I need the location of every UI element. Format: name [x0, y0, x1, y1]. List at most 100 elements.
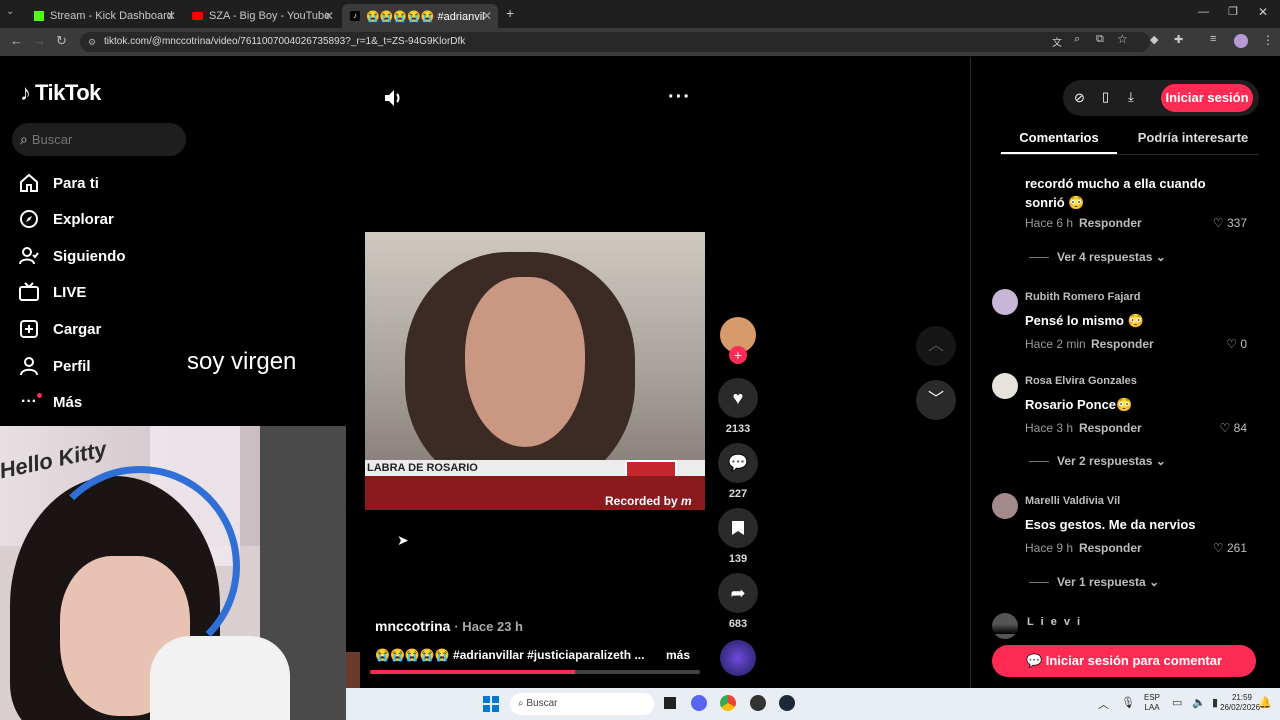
obs-icon[interactable]	[750, 695, 766, 711]
upload-icon	[18, 318, 40, 340]
phone-icon[interactable]: ▯	[1102, 89, 1109, 105]
task-view-icon[interactable]	[664, 697, 676, 709]
nav-live[interactable]: LIVE	[18, 277, 238, 307]
nav-para-ti[interactable]: Para ti	[18, 168, 238, 198]
close-icon[interactable]: ✕	[324, 9, 334, 23]
close-icon[interactable]: ✕	[482, 9, 492, 23]
back-icon[interactable]: ←	[10, 33, 23, 48]
reply-button[interactable]: Responder	[1079, 216, 1142, 230]
comment-like[interactable]: ♡ 0	[1187, 337, 1247, 351]
video-options-icon[interactable]: ···	[668, 86, 691, 109]
reload-icon[interactable]: ↻	[56, 33, 67, 49]
view-replies[interactable]: Ver 1 respuesta ⌄	[1029, 575, 1159, 589]
zoom-icon[interactable]: ⌕	[1074, 33, 1080, 46]
fade-overlay	[971, 624, 1280, 634]
windows-start-icon[interactable]	[483, 696, 499, 712]
site-info-icon[interactable]: ⚙	[88, 32, 96, 52]
mic-icon[interactable]: 🎙	[1121, 696, 1135, 709]
volume-icon[interactable]	[382, 87, 404, 114]
avatar[interactable]	[992, 289, 1018, 315]
tiktok-favicon-icon: ♪	[350, 11, 360, 21]
coin-icon[interactable]: ⊘	[1074, 90, 1085, 106]
avatar[interactable]	[992, 493, 1018, 519]
window-close-icon[interactable]: ✕	[1258, 5, 1268, 19]
comment-user[interactable]: Marelli Valdivia Vil	[1025, 495, 1120, 507]
discord-icon[interactable]	[691, 695, 707, 711]
nav-cargar[interactable]: Cargar	[18, 314, 238, 344]
tab-suggested[interactable]: Podría interesarte	[1131, 130, 1255, 145]
menu-kebab-icon[interactable]: ⋮	[1262, 33, 1274, 47]
profile-avatar-icon[interactable]	[1234, 34, 1248, 48]
view-replies[interactable]: Ver 4 respuestas ⌄	[1029, 250, 1166, 264]
chrome-icon[interactable]	[720, 695, 736, 711]
steam-icon[interactable]	[779, 695, 795, 711]
comment-like[interactable]: ♡ 337	[1187, 216, 1247, 230]
search-box[interactable]: ⌕	[12, 123, 186, 156]
search-input[interactable]	[31, 132, 172, 147]
tiktok-logo[interactable]: ♪ TikTok	[20, 80, 101, 106]
tiktok-note-icon: ♪	[20, 80, 31, 105]
battery-icon[interactable]: ▮	[1212, 696, 1218, 709]
share-arrow-icon: ➦	[730, 582, 746, 603]
bookmark-star-icon[interactable]: ☆	[1117, 32, 1128, 46]
download-icon[interactable]: ⤓	[1128, 89, 1134, 105]
like-count: 2133	[725, 423, 751, 435]
reply-button[interactable]: Responder	[1079, 421, 1142, 435]
extension-diamond-icon[interactable]: ◆	[1150, 33, 1158, 46]
heart-outline-icon: ♡	[1226, 337, 1237, 351]
like-button[interactable]: ♥	[718, 378, 758, 418]
minimize-icon[interactable]: —	[1198, 6, 1209, 18]
tab-youtube[interactable]: SZA - Big Boy - YouTube ✕	[184, 4, 340, 28]
notification-icon[interactable]: 🔔	[1258, 696, 1272, 709]
login-button[interactable]: Iniciar sesión	[1161, 84, 1253, 112]
nav-explorar[interactable]: Explorar	[18, 204, 238, 234]
media-icon[interactable]: ≡	[1210, 33, 1216, 45]
tray-chevron-icon[interactable]: ︿	[1098, 696, 1109, 712]
forward-icon[interactable]: →	[33, 33, 46, 48]
video-face	[465, 277, 585, 447]
music-disc-icon[interactable]	[720, 640, 756, 676]
video-progress-track[interactable]	[370, 670, 700, 674]
comment-like[interactable]: ♡ 261	[1187, 541, 1247, 555]
reply-button[interactable]: Responder	[1091, 337, 1154, 351]
clock[interactable]: 21:59 26/02/2026	[1220, 693, 1260, 713]
new-tab-icon[interactable]: +	[506, 5, 514, 21]
save-button[interactable]	[718, 508, 758, 548]
next-video-button[interactable]: ﹀	[916, 380, 956, 420]
restore-icon[interactable]: ❐	[1228, 5, 1238, 18]
share-button[interactable]: ➦	[718, 573, 758, 613]
comment-like[interactable]: ♡ 84	[1187, 421, 1247, 435]
follow-plus-icon[interactable]: +	[729, 346, 747, 364]
tab-comments[interactable]: Comentarios	[1001, 130, 1117, 145]
comment-button[interactable]: 💬	[718, 443, 758, 483]
language-indicator[interactable]: ESP LAA	[1144, 693, 1160, 713]
tab-kick[interactable]: Stream - Kick Dashboard ✕	[26, 4, 182, 28]
comment-user[interactable]: Rosa Elvira Gonzales	[1025, 375, 1137, 387]
url-text: tiktok.com/@mnccotrina/video/76110070040…	[104, 36, 466, 47]
nav-siguiendo[interactable]: Siguiendo	[18, 241, 238, 271]
install-app-icon[interactable]: ⧉	[1096, 33, 1104, 46]
nav-mas[interactable]: ··· Más	[18, 387, 238, 417]
network-icon[interactable]: ▭	[1172, 696, 1182, 709]
comment-login-button[interactable]: 💬 Iniciar sesión para comentar	[992, 645, 1256, 677]
comment-user[interactable]: Rubith Romero Fajard	[1025, 291, 1141, 303]
chevron-down-icon: ﹀	[927, 391, 944, 408]
extensions-icon[interactable]: ✚	[1174, 33, 1183, 46]
video-player[interactable]: LABRA DE ROSARIO Recorded by m	[365, 232, 705, 510]
comment-bubble-icon: 💬	[728, 455, 748, 472]
view-replies[interactable]: Ver 2 respuestas ⌄	[1029, 454, 1166, 468]
more-link[interactable]: más	[666, 648, 690, 662]
nav-label: Siguiendo	[53, 247, 126, 265]
url-field[interactable]: ⚙ tiktok.com/@mnccotrina/video/761100700…	[80, 32, 1150, 52]
previous-video-button[interactable]: ︿	[916, 326, 956, 366]
volume-tray-icon[interactable]: 🔈	[1192, 696, 1206, 709]
taskbar-search[interactable]: ⌕ Buscar	[510, 693, 654, 715]
translate-icon[interactable]: 文	[1052, 34, 1062, 49]
author-name[interactable]: mnccotrina	[375, 618, 450, 634]
avatar[interactable]	[992, 373, 1018, 399]
tab-list-icon[interactable]: ⌄	[6, 6, 20, 20]
close-icon[interactable]: ✕	[166, 9, 176, 23]
tab-tiktok[interactable]: ♪ 😭😭😭😭😭 #adrianvillar # ✕	[342, 4, 498, 28]
reply-button[interactable]: Responder	[1079, 541, 1142, 555]
comment-time: Hace 6 h	[1025, 216, 1074, 230]
